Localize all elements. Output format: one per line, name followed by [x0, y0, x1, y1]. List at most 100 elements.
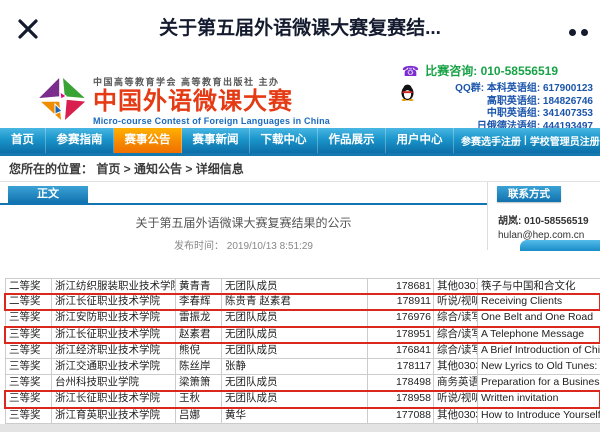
category-cell: 综合/读写03: [433, 327, 477, 342]
team-cell: 无团队成员: [221, 343, 367, 358]
qq-group-lines: QQ群: 本科英语组: 617900123高职英语组: 184826746中职英…: [402, 83, 593, 133]
name-cell: 吕娜: [175, 408, 221, 423]
tab-contact-info[interactable]: 联系方式: [497, 186, 561, 202]
panel-button-partial[interactable]: [520, 240, 600, 251]
team-cell: 黄华: [221, 408, 367, 423]
article-column: 正文 关于第五届外语微课大赛复赛结果的公示 发布时间： 2019/10/13 8…: [0, 182, 488, 250]
entry-id-cell: 178911: [367, 294, 433, 309]
award-cell: 三等奖: [5, 310, 51, 325]
award-cell: 三等奖: [5, 327, 51, 342]
article-title: 关于第五届外语微课大赛复赛结果的公示: [0, 214, 487, 231]
title-cell: One Belt and One Road: [477, 310, 600, 325]
table-row: 三等奖 浙江经济职业技术学院 熊倪 无团队成员 176841 综合/读写03 A…: [5, 343, 600, 359]
category-cell: 综合/读写03: [433, 343, 477, 358]
name-cell: 王秋: [175, 391, 221, 406]
name-cell: 熊倪: [175, 343, 221, 358]
category-cell: 听说/视听说: [433, 294, 477, 309]
name-cell: 黄青青: [175, 279, 221, 293]
category-cell: 其他030310: [433, 408, 477, 423]
name-cell: 梁箫箫: [175, 375, 221, 390]
consult-phone-line: ☎比赛咨询: 010-58556519: [402, 62, 558, 80]
qq-group-line-2: 中职英语组: 341407353: [402, 108, 593, 121]
team-cell: 张静: [221, 359, 367, 374]
school-cell: 浙江交通职业技术学院: [51, 359, 175, 374]
article-publish-date: 发布时间： 2019/10/13 8:51:29: [0, 237, 487, 252]
table-row: 二等奖 浙江长征职业技术学院 李春辉 陈贵青 赵素君 178911 听说/视听说…: [5, 294, 600, 310]
contact-panel: 联系方式 胡岚: 010-58556519 hulan@hep.com.cn: [492, 182, 600, 278]
category-cell: 综合/读写03: [433, 310, 477, 325]
qq-penguin-icon: [400, 84, 415, 106]
award-cell: 二等奖: [5, 294, 51, 309]
award-cell: 二等奖: [5, 279, 51, 293]
nav-register-link-1[interactable]: 学校管理员注册: [527, 133, 600, 148]
breadcrumb-path[interactable]: 首页 > 通知公告 > 详细信息: [96, 162, 243, 176]
school-cell: 浙江经济职业技术学院: [51, 343, 175, 358]
title-cell: How to Introduce Yourself in a: [477, 408, 600, 423]
contest-logo-icon: [33, 72, 91, 131]
results-table: 二等奖 浙江纺织服装职业技术学院 黄青青 无团队成员 178681 其他0301…: [5, 278, 600, 424]
nav-item-4[interactable]: 下载中心: [250, 128, 318, 153]
school-cell: 浙江长征职业技术学院: [51, 294, 175, 309]
category-cell: 其他030105: [433, 279, 477, 293]
more-menu-icon[interactable]: [569, 29, 588, 36]
nav-item-1[interactable]: 参赛指南: [46, 128, 114, 153]
team-cell: 陈贵青 赵素君: [221, 294, 367, 309]
site-name-english: Micro-course Contest of Foreign Language…: [93, 116, 330, 126]
award-cell: 三等奖: [5, 391, 51, 406]
brand-block: 中国高等教育学会 高等教育出版社 主办 中国外语微课大赛 Micro-cours…: [93, 75, 330, 126]
entry-id-cell: 176841: [367, 343, 433, 358]
name-cell: 陈丝岸: [175, 359, 221, 374]
category-cell: 商务英语03: [433, 375, 477, 390]
app-titlebar: 关于第五届外语微课大赛复赛结...: [0, 0, 600, 57]
nav-register-link-0[interactable]: 参赛选手注册: [458, 133, 524, 148]
table-row: 三等奖 浙江育英职业技术学院 吕娜 黄华 177088 其他030310 How…: [5, 408, 600, 424]
school-cell: 浙江纺织服装职业技术学院: [51, 279, 175, 293]
breadcrumb: 您所在的位置： 首页 > 通知公告 > 详细信息: [0, 156, 600, 182]
tab-underline: [0, 203, 487, 205]
table-row: 二等奖 浙江纺织服装职业技术学院 黄青青 无团队成员 178681 其他0301…: [5, 278, 600, 294]
table-row: 三等奖 台州科技职业学院 梁箫箫 无团队成员 178498 商务英语03 Pre…: [5, 375, 600, 391]
qq-group-line-0: QQ群: 本科英语组: 617900123: [402, 83, 593, 96]
title-cell: New Lyrics to Old Tunes: How: [477, 359, 600, 374]
category-cell: 听说/视听说: [433, 391, 477, 406]
team-cell: 无团队成员: [221, 310, 367, 325]
award-cell: 三等奖: [5, 408, 51, 423]
title-cell: Written invitation: [477, 391, 600, 406]
team-cell: 无团队成员: [221, 375, 367, 390]
school-cell: 台州科技职业学院: [51, 375, 175, 390]
page-title: 关于第五届外语微课大赛复赛结...: [60, 0, 540, 57]
school-cell: 浙江育英职业技术学院: [51, 408, 175, 423]
nav-item-6[interactable]: 用户中心: [386, 128, 454, 153]
tab-article-body[interactable]: 正文: [8, 186, 88, 203]
title-cell: A Brief Introduction of Chinese: [477, 343, 600, 358]
page-bottom-strip: [0, 424, 600, 432]
nav-right-links: 参赛选手注册|学校管理员注册|登: [454, 128, 600, 153]
nav-item-3[interactable]: 赛事新闻: [182, 128, 250, 153]
entry-id-cell: 178117: [367, 359, 433, 374]
nav-item-0[interactable]: 首页: [0, 128, 46, 153]
entry-id-cell: 178951: [367, 327, 433, 342]
qq-group-line-1: 高职英语组: 184826746: [402, 96, 593, 109]
site-header: 中国高等教育学会 高等教育出版社 主办 中国外语微课大赛 Micro-cours…: [0, 57, 600, 128]
team-cell: 无团队成员: [221, 327, 367, 342]
main-nav: 首页参赛指南赛事公告赛事新闻下载中心作品展示用户中心 参赛选手注册|学校管理员注…: [0, 128, 600, 156]
close-icon[interactable]: [16, 17, 40, 41]
table-row: 三等奖 浙江长征职业技术学院 赵素君 无团队成员 178951 综合/读写03 …: [5, 327, 600, 343]
title-cell: 筷子与中国和合文化: [477, 279, 600, 293]
title-cell: Receiving Clients: [477, 294, 600, 309]
entry-id-cell: 178681: [367, 279, 433, 293]
team-cell: 无团队成员: [221, 279, 367, 293]
nav-item-2[interactable]: 赛事公告: [114, 128, 182, 153]
nav-item-5[interactable]: 作品展示: [318, 128, 386, 153]
separator: |: [524, 135, 527, 146]
entry-id-cell: 176976: [367, 310, 433, 325]
content-area: 正文 关于第五届外语微课大赛复赛结果的公示 发布时间： 2019/10/13 8…: [0, 182, 600, 278]
school-cell: 浙江长征职业技术学院: [51, 327, 175, 342]
header-contact-block: ☎比赛咨询: 010-58556519 QQ群: 本科英语组: 61790012…: [402, 62, 595, 133]
name-cell: 赵素君: [175, 327, 221, 342]
award-cell: 三等奖: [5, 343, 51, 358]
award-cell: 三等奖: [5, 359, 51, 374]
team-cell: 无团队成员: [221, 391, 367, 406]
qq-groups-block: QQ群: 本科英语组: 617900123高职英语组: 184826746中职英…: [402, 83, 595, 133]
name-cell: 雷振龙: [175, 310, 221, 325]
